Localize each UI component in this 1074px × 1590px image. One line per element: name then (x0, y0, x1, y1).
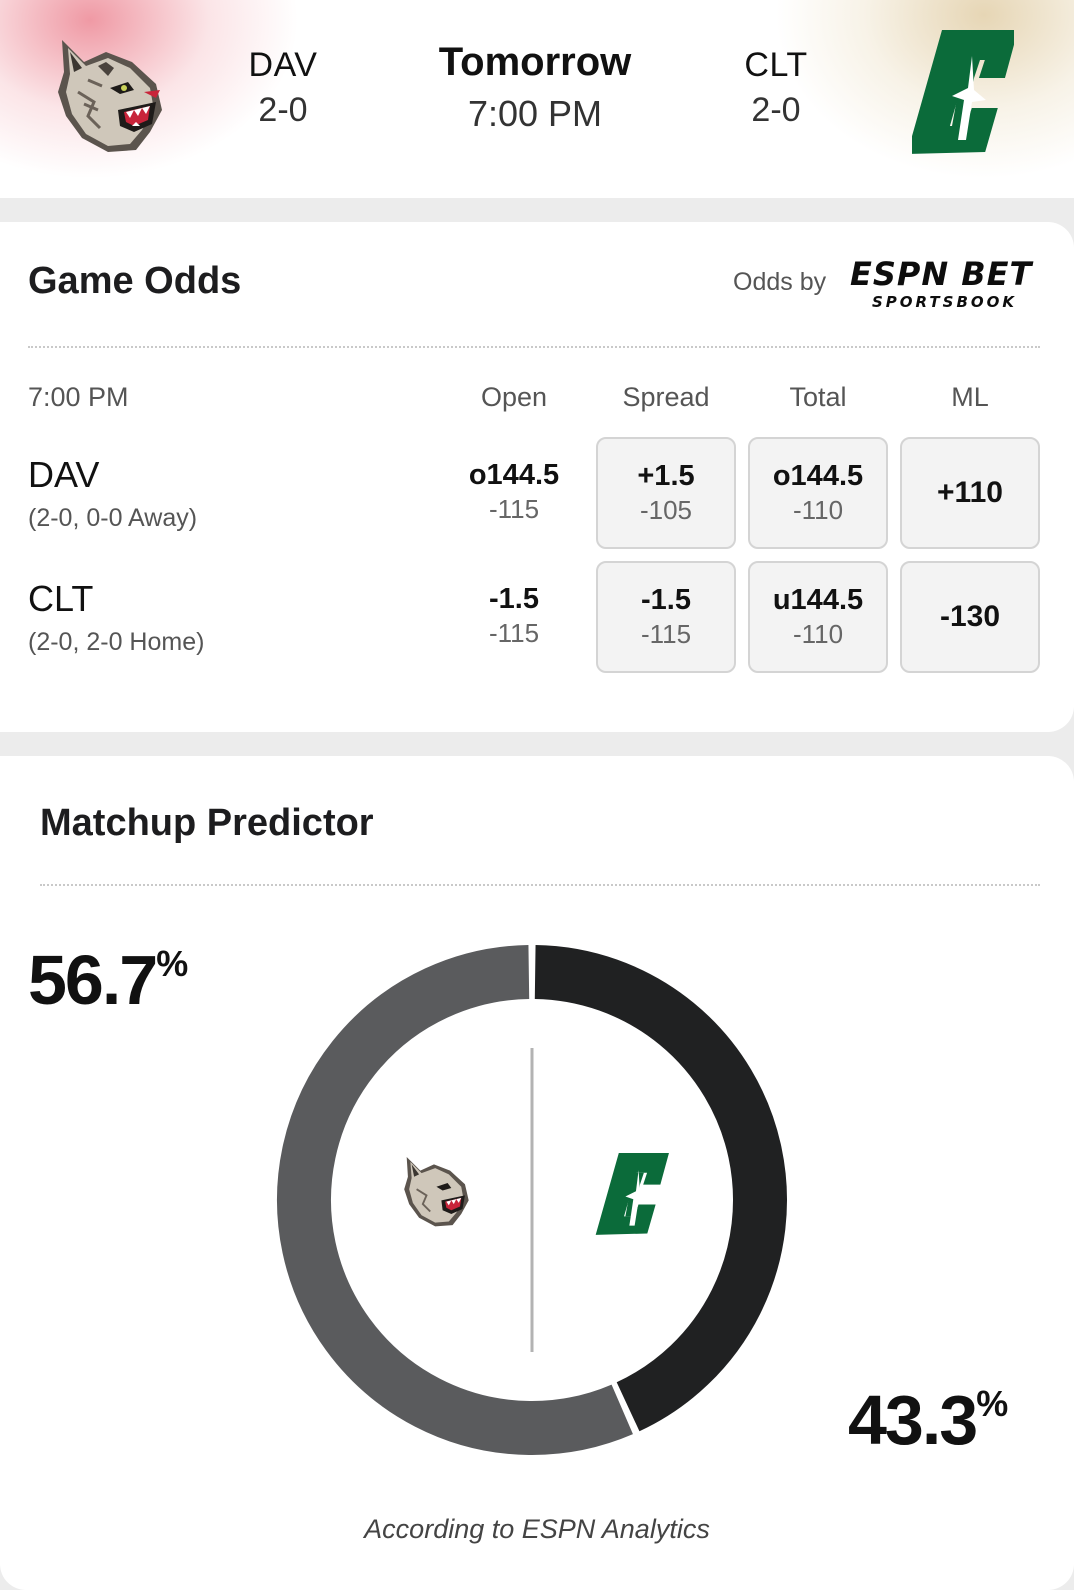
col-header-total: Total (789, 382, 847, 412)
home-win-pct-value: 43.3 (848, 1381, 978, 1459)
spread-price: -115 (640, 619, 692, 649)
odds-row-team-detail: (2-0, 0-0 Away) (28, 504, 198, 532)
total-bet-button[interactable]: o144.5 -110 (748, 437, 888, 549)
odds-row-team-detail: (2-0, 2-0 Home) (28, 628, 205, 656)
odds-by-label: Odds by (733, 268, 827, 296)
col-header-ml: ML (951, 382, 989, 412)
open-price: -115 (488, 618, 540, 648)
espn-bet-wordmark: ESPN BET (850, 257, 1034, 293)
open-line: -1.5 (489, 583, 539, 615)
davidson-wildcat-icon (404, 1156, 469, 1227)
espn-bet-logo[interactable]: ESPN BET SPORTSBOOK (850, 255, 1040, 314)
away-team-abbr: DAV (248, 46, 318, 84)
away-team-record: 2-0 (258, 91, 308, 129)
percent-sign: % (156, 943, 189, 984)
charlotte-c-icon (595, 1153, 669, 1235)
away-win-pct-value: 56.7 (28, 941, 158, 1019)
spread-bet-button[interactable]: +1.5 -105 (596, 437, 736, 549)
espn-bet-subtitle: SPORTSBOOK (872, 293, 1017, 309)
davidson-wildcat-icon[interactable] (48, 32, 168, 161)
home-team-abbr: CLT (744, 46, 808, 84)
game-clock: 7:00 PM (467, 93, 603, 134)
home-win-probability: 43.3% (848, 1380, 1008, 1460)
source-note: According to ESPN Analytics (364, 1514, 710, 1544)
moneyline-price: -130 (939, 600, 1001, 633)
spread-line: -1.5 (641, 584, 691, 616)
spread-bet-button[interactable]: -1.5 -115 (596, 561, 736, 673)
away-team-summary[interactable]: DAV 2-0 (213, 46, 353, 130)
moneyline-bet-button[interactable]: -130 (900, 561, 1040, 673)
game-header: DAV 2-0 Tomorrow 7:00 PM CLT 2-0 (0, 0, 1074, 198)
charlotte-c-icon[interactable] (906, 30, 1018, 161)
away-win-probability: 56.7% (28, 940, 188, 1020)
matchup-predictor-title: Matchup Predictor (40, 802, 374, 844)
odds-row-team: DAV (28, 454, 100, 495)
spread-price: -105 (639, 495, 693, 525)
open-price: -115 (488, 494, 540, 524)
home-team-summary[interactable]: CLT 2-0 (706, 46, 846, 130)
total-line: o144.5 (772, 460, 864, 492)
home-team-record: 2-0 (751, 91, 801, 129)
moneyline-bet-button[interactable]: +110 (900, 437, 1040, 549)
odds-open-cell: o144.5 -115 (444, 459, 584, 525)
total-line: u144.5 (772, 584, 864, 616)
game-time: Tomorrow 7:00 PM (400, 40, 670, 135)
odds-row-team: CLT (28, 578, 94, 619)
odds-divider (28, 346, 1040, 348)
total-bet-button[interactable]: u144.5 -110 (748, 561, 888, 673)
total-price: -110 (792, 495, 844, 525)
predictor-divider (40, 884, 1040, 886)
col-header-open: Open (480, 382, 548, 412)
game-odds-title: Game Odds (28, 260, 242, 302)
odds-open-cell: -1.5 -115 (444, 583, 584, 649)
win-probability-donut (272, 940, 792, 1465)
home-win-arc (534, 945, 787, 1432)
total-price: -110 (792, 619, 844, 649)
moneyline-price: +110 (937, 476, 1003, 509)
percent-sign: % (976, 1383, 1009, 1424)
spread-line: +1.5 (637, 460, 695, 492)
game-day: Tomorrow (438, 40, 632, 84)
odds-time-label: 7:00 PM (28, 382, 129, 412)
open-line: o144.5 (468, 459, 560, 491)
col-header-spread: Spread (622, 382, 710, 412)
